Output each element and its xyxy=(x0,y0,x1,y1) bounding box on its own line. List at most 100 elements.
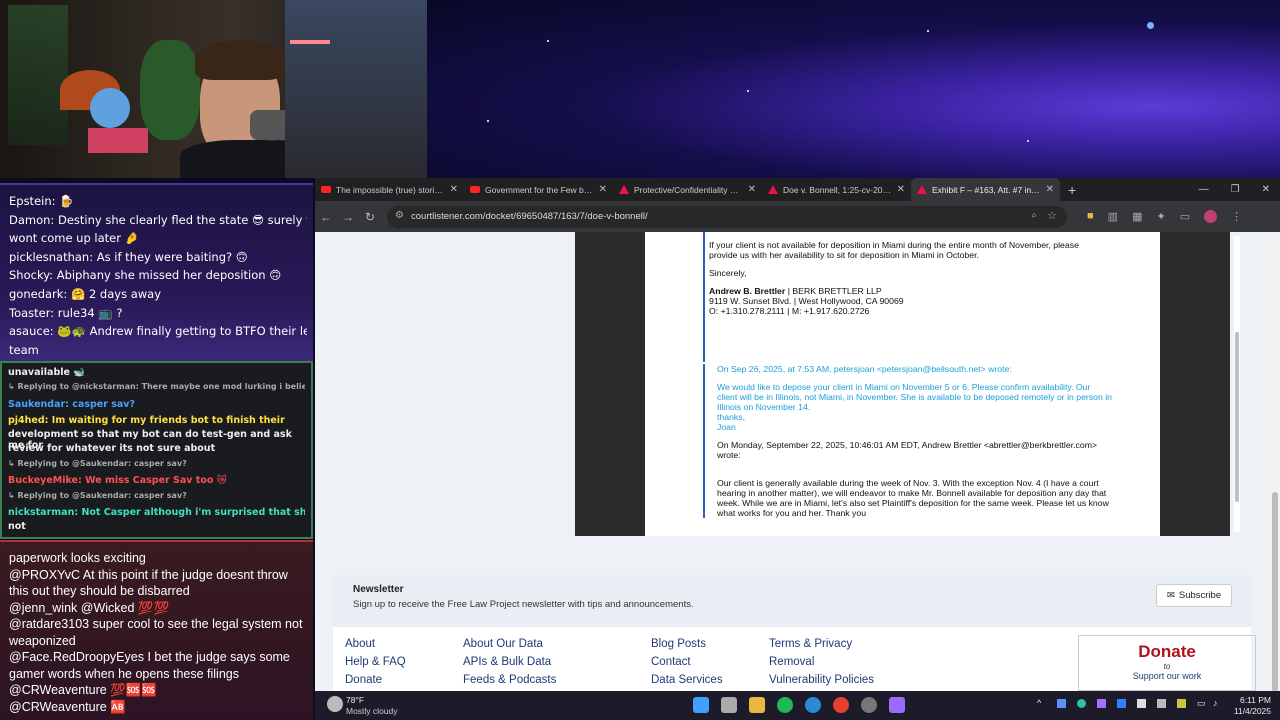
address-bar-row: ← → ↻ ⚙ courtlistener.com/docket/6965048… xyxy=(315,201,1280,232)
close-icon[interactable]: ✕ xyxy=(450,184,458,195)
signature-address: 9119 W. Sunset Blvd. | West Hollywood, C… xyxy=(709,296,904,306)
chrome-icon[interactable] xyxy=(833,697,849,713)
trash-icon[interactable]: ▥ xyxy=(1108,210,1118,223)
app-icon[interactable] xyxy=(889,697,905,713)
footer-link[interactable]: About xyxy=(345,635,406,653)
youtube-icon xyxy=(321,186,331,193)
tab-active[interactable]: Exhibit F – #163, Att. #7 in Doe ✕ xyxy=(911,178,1060,201)
chat-message: unavailable 🐋 xyxy=(8,367,86,378)
site-footer: About Help & FAQ Donate About Our Data A… xyxy=(333,627,1256,691)
folder-icon[interactable]: ■ xyxy=(1087,210,1094,223)
minimize-icon[interactable]: — xyxy=(1199,184,1209,195)
reply-indicator: ↳ Replying to @Saukendar: casper sav? xyxy=(8,459,187,468)
footer-link[interactable]: Help & FAQ xyxy=(345,653,406,671)
donate-title: Donate xyxy=(1138,642,1196,661)
chat-message: @PROXYvC At this point if the judge does… xyxy=(9,567,288,582)
footer-link[interactable]: Donate xyxy=(345,671,406,689)
chat-message: this out they should be disbarred xyxy=(9,584,190,598)
network-icon[interactable]: ▭ xyxy=(1197,698,1206,709)
zoom-icon[interactable]: ⌕ xyxy=(1031,210,1037,221)
chat-message: nickstarman: Not Casper although i'm sur… xyxy=(8,507,305,518)
pdf-icon xyxy=(768,185,778,194)
close-icon[interactable]: ✕ xyxy=(599,184,607,195)
tab[interactable]: Protective/Confidentiality Orde ✕ xyxy=(613,178,762,201)
webcam-feed xyxy=(0,0,427,178)
subscribe-button[interactable]: ✉ Subscribe xyxy=(1156,584,1232,607)
footer-link[interactable]: Contact xyxy=(651,653,723,671)
donate-box[interactable]: Donate to Support our work xyxy=(1078,635,1256,691)
tray-icon[interactable] xyxy=(1177,699,1186,708)
forward-icon[interactable]: → xyxy=(337,210,359,224)
pdf-scrollbar[interactable] xyxy=(1235,332,1239,502)
clock-date[interactable]: 11/4/2025 xyxy=(1231,706,1271,716)
tray-icon[interactable] xyxy=(1097,699,1106,708)
quote-sign: Joan xyxy=(717,422,736,432)
tray-icon[interactable] xyxy=(1117,699,1126,708)
profile-avatar[interactable] xyxy=(1204,210,1218,223)
back-icon[interactable]: ← xyxy=(315,210,337,224)
chat-message: gonedark: 🤗 2 days away xyxy=(9,286,162,301)
page-scrollbar[interactable] xyxy=(1270,232,1280,692)
chat-message: Saukendar: casper sav? xyxy=(8,399,135,410)
tray-icon[interactable] xyxy=(1057,699,1066,708)
menu-icon[interactable]: ⋮ xyxy=(1231,210,1242,223)
chat-message: @CRWeaventure 🆎 xyxy=(9,699,126,714)
spotify-icon[interactable] xyxy=(777,697,793,713)
tray-icon[interactable] xyxy=(1137,699,1146,708)
close-window-icon[interactable]: ✕ xyxy=(1262,184,1270,195)
reply-indicator: ↳ Replying to @Saukendar: casper sav? xyxy=(8,491,187,500)
weather-desc: Mostly cloudy xyxy=(346,706,398,716)
signature-firm: | BERK BRETTLER LLP xyxy=(785,286,882,296)
tray-icon[interactable] xyxy=(1077,699,1086,708)
task-view-icon[interactable] xyxy=(721,697,737,713)
footer-link[interactable]: Blog Posts xyxy=(651,635,723,653)
weather-icon xyxy=(327,696,343,712)
chat-message: development so that my bot can do test-g… xyxy=(8,429,292,451)
edge-icon[interactable] xyxy=(805,697,821,713)
tray-icon[interactable] xyxy=(1157,699,1166,708)
youtube-icon xyxy=(470,186,480,193)
url-input[interactable]: ⚙ courtlistener.com/docket/69650487/163/… xyxy=(387,205,1067,228)
quote2-body: Our client is generally available during… xyxy=(717,478,1109,518)
tab[interactable]: Doe v. Bonnell, 1:25-cv-20757 - ✕ xyxy=(762,178,911,201)
footer-link[interactable]: About Our Data xyxy=(463,635,556,653)
tray-chevron-icon[interactable]: ^ xyxy=(1037,698,1041,708)
site-info-icon[interactable]: ⚙ xyxy=(395,210,404,221)
reply-indicator: ↳ Replying to @nickstarman: There maybe … xyxy=(8,382,305,391)
new-tab-button[interactable]: + xyxy=(1068,182,1076,198)
signature-phone: O: +1.310.278.2111 | M: +1.917.620.2726 xyxy=(709,306,870,316)
bookmark-star-icon[interactable]: ☆ xyxy=(1047,209,1057,222)
sidepanel-icon[interactable]: ▭ xyxy=(1180,210,1190,223)
footer-link[interactable]: Vulnerability Policies xyxy=(769,671,874,689)
start-icon[interactable] xyxy=(693,697,709,713)
browser-window: The impossible (true) stories be ✕ Govern… xyxy=(315,178,1280,692)
page-content: If your client is not available for depo… xyxy=(315,232,1270,691)
chat-panel-top: Epstein: 🍺 Damon: Destiny she clearly fl… xyxy=(0,183,313,361)
chat-message: Shocky: Abiphany she missed her depositi… xyxy=(9,268,282,283)
volume-icon[interactable]: ♪ xyxy=(1213,698,1218,708)
file-explorer-icon[interactable] xyxy=(749,697,765,713)
footer-link[interactable]: Terms & Privacy xyxy=(769,635,874,653)
close-icon[interactable]: ✕ xyxy=(1046,184,1054,195)
newsletter-desc: Sign up to receive the Free Law Project … xyxy=(353,599,694,610)
extension-icon[interactable]: ▦ xyxy=(1132,210,1142,223)
chat-message: Damon: Destiny she clearly fled the stat… xyxy=(9,212,307,227)
footer-link[interactable]: Data Services xyxy=(651,671,723,689)
chat-message: @jenn_wink @Wicked 💯💯 xyxy=(9,600,170,615)
puzzle-icon[interactable]: ✦ xyxy=(1156,210,1165,223)
obs-icon[interactable] xyxy=(861,697,877,713)
chat-message: @Face.RedDroopyEyes I bet the judge says… xyxy=(9,650,290,664)
footer-link[interactable]: Feeds & Podcasts xyxy=(463,671,556,689)
clock-time[interactable]: 6:11 PM xyxy=(1235,695,1271,705)
tab[interactable]: The impossible (true) stories be ✕ xyxy=(315,178,464,201)
close-icon[interactable]: ✕ xyxy=(897,184,905,195)
chat-message: review for whatever its not sure about xyxy=(8,443,216,454)
maximize-icon[interactable]: ❐ xyxy=(1231,184,1240,195)
close-icon[interactable]: ✕ xyxy=(748,184,756,195)
reload-icon[interactable]: ↻ xyxy=(359,210,381,224)
footer-link[interactable]: APIs & Bulk Data xyxy=(463,653,556,671)
quote2-header: On Monday, September 22, 2025, 10:46:01 … xyxy=(717,440,1098,460)
tab[interactable]: Government for the Few by the ✕ xyxy=(464,178,613,201)
chat-message: paperwork looks exciting xyxy=(9,551,146,565)
footer-link[interactable]: Removal xyxy=(769,653,874,671)
